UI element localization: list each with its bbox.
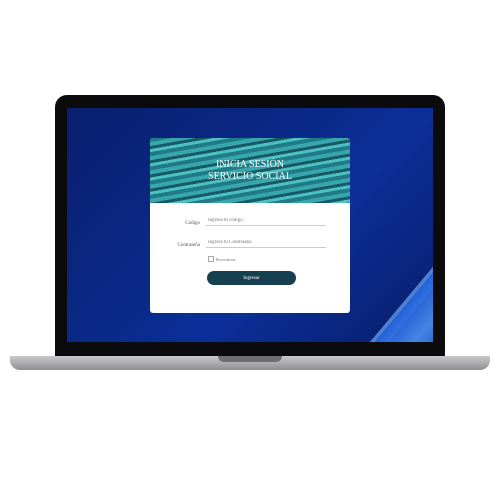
- code-row: Código: [150, 216, 326, 226]
- login-card: INICIA SESIÓN SERVICIO SOCIAL Código Con…: [150, 138, 350, 313]
- remember-checkbox[interactable]: [208, 256, 214, 262]
- login-subtitle: SERVICIO SOCIAL: [208, 170, 292, 182]
- remember-label: Recordarme: [216, 256, 236, 262]
- remember-me[interactable]: Recordarme: [208, 256, 236, 262]
- password-label: Contraseña: [177, 243, 201, 248]
- submit-button[interactable]: Ingresar: [207, 271, 296, 285]
- login-header: INICIA SESIÓN SERVICIO SOCIAL: [150, 138, 350, 203]
- code-input[interactable]: [206, 216, 326, 226]
- code-label: Código: [185, 221, 200, 226]
- password-input[interactable]: [206, 238, 326, 248]
- password-row: Contraseña: [150, 238, 326, 248]
- login-title: INICIA SESIÓN: [215, 158, 285, 170]
- laptop-notch: [218, 356, 282, 362]
